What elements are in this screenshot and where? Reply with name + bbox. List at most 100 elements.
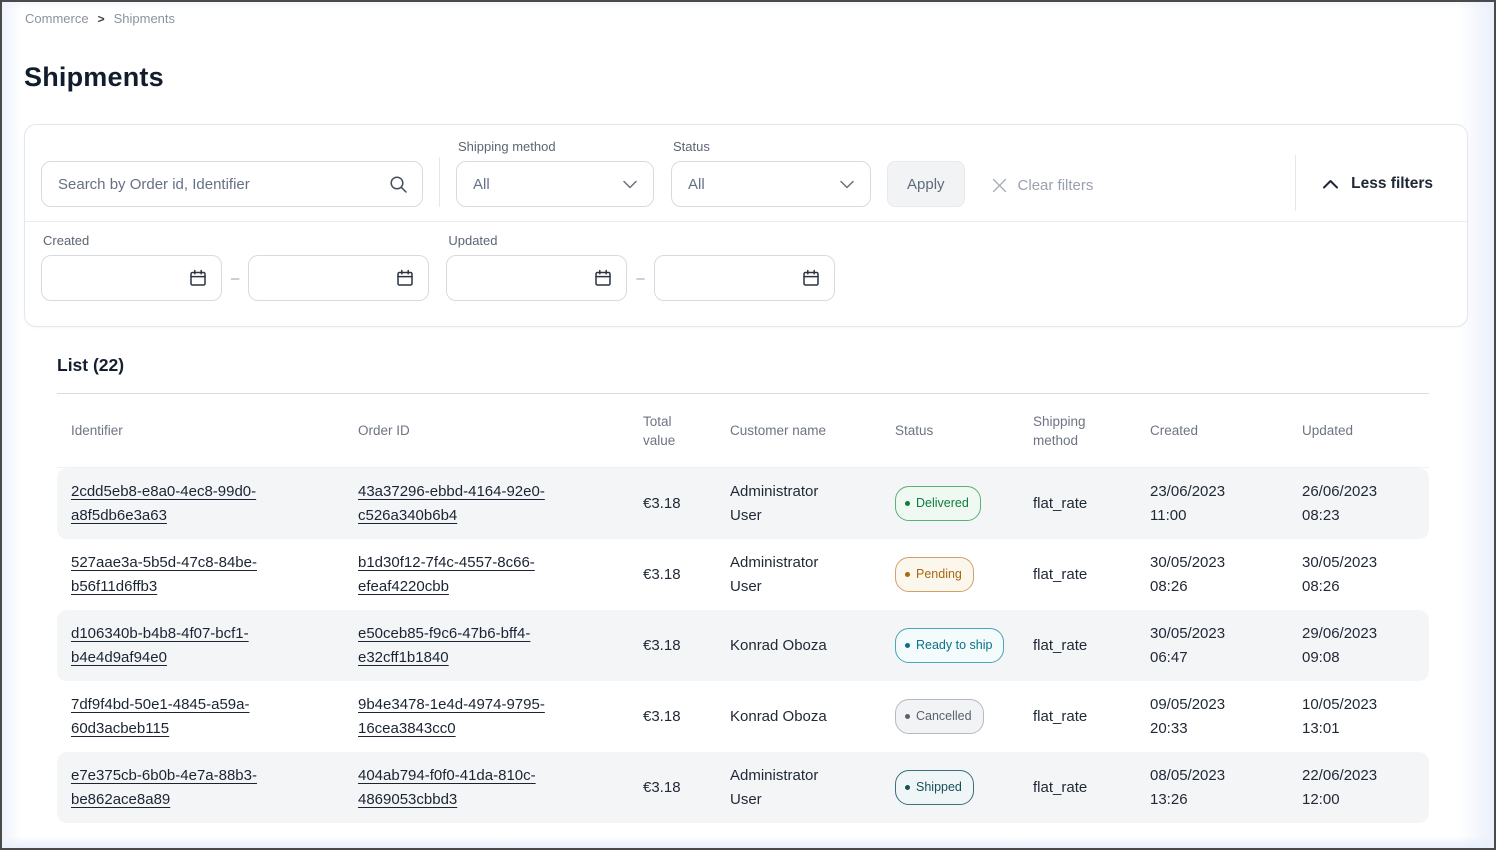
shipping-method: flat_rate: [1033, 776, 1087, 800]
customer-name: Administrator User: [730, 551, 845, 599]
status-dot-icon: [905, 643, 910, 648]
status-badge: Pending: [895, 557, 974, 592]
status-dot-icon: [905, 714, 910, 719]
calendar-icon[interactable]: [395, 268, 415, 288]
page-title: Shipments: [24, 62, 1494, 93]
search-icon[interactable]: [389, 175, 408, 194]
customer-name: Administrator User: [730, 764, 845, 812]
status-dot-icon: [905, 572, 910, 577]
identifier-link[interactable]: 527aae3a-5b5d-47c8-84be-b56f11d6ffb3: [71, 551, 279, 599]
created-range-separator: –: [231, 270, 239, 287]
updated-date: 22/06/2023 12:00: [1302, 764, 1402, 812]
shipping-method-selected-value: All: [473, 176, 490, 193]
column-header-identifier: Identifier: [71, 421, 358, 440]
breadcrumb-separator-icon: >: [98, 12, 105, 26]
status-badge: Shipped: [895, 770, 974, 805]
status-dot-icon: [905, 501, 910, 506]
table-body: 2cdd5eb8-e8a0-4ec8-99d0-a8f5db6e3a63 43a3…: [57, 468, 1429, 823]
order-id-link[interactable]: b1d30f12-7f4c-4557-8c66-efeaf4220cbb: [358, 551, 566, 599]
created-from-date-input[interactable]: [41, 255, 222, 301]
column-header-created: Created: [1150, 421, 1302, 440]
total-value: €3.18: [643, 563, 681, 587]
created-date: 30/05/2023 06:47: [1150, 622, 1250, 670]
status-selected-value: All: [688, 176, 705, 193]
clear-filters-button[interactable]: Clear filters: [991, 177, 1094, 194]
calendar-icon[interactable]: [593, 268, 613, 288]
table-row: 2cdd5eb8-e8a0-4ec8-99d0-a8f5db6e3a63 43a3…: [57, 468, 1429, 539]
table-row: d106340b-b4b8-4f07-bcf1-b4e4d9af94e0 e50c…: [57, 610, 1429, 681]
table-row: 527aae3a-5b5d-47c8-84be-b56f11d6ffb3 b1d3…: [57, 539, 1429, 610]
total-value: €3.18: [643, 634, 681, 658]
column-header-shipping-method: Shipping method: [1033, 412, 1150, 450]
calendar-icon[interactable]: [801, 268, 821, 288]
shipping-method: flat_rate: [1033, 563, 1087, 587]
order-id-link[interactable]: 404ab794-f0f0-41da-810c-4869053cbbd3: [358, 764, 566, 812]
shipping-method: flat_rate: [1033, 705, 1087, 729]
order-id-link[interactable]: 43a37296-ebbd-4164-92e0-c526a340b6b4: [358, 480, 566, 528]
breadcrumb: Commerce > Shipments: [2, 2, 1494, 26]
updated-date: 30/05/2023 08:26: [1302, 551, 1402, 599]
customer-name: Administrator User: [730, 480, 845, 528]
shipping-method-select[interactable]: All: [456, 161, 654, 207]
column-header-order-id: Order ID: [358, 421, 643, 440]
status-badge: Delivered: [895, 486, 981, 521]
total-value: €3.18: [643, 492, 681, 516]
shipping-method: flat_rate: [1033, 634, 1087, 658]
updated-to-date-input[interactable]: [654, 255, 835, 301]
identifier-link[interactable]: d106340b-b4b8-4f07-bcf1-b4e4d9af94e0: [71, 622, 279, 670]
identifier-link[interactable]: 7df9f4bd-50e1-4845-a59a-60d3acbeb115: [71, 693, 279, 741]
created-date: 09/05/2023 20:33: [1150, 693, 1250, 741]
less-filters-toggle[interactable]: Less filters: [1322, 175, 1433, 193]
column-header-updated: Updated: [1302, 421, 1429, 440]
updated-date: 10/05/2023 13:01: [1302, 693, 1402, 741]
chevron-down-icon: [623, 180, 637, 189]
status-badge: Ready to ship: [895, 628, 1004, 663]
identifier-link[interactable]: e7e375cb-6b0b-4e7a-88b3-be862ace8a89: [71, 764, 279, 812]
order-id-link[interactable]: 9b4e3478-1e4d-4974-9795-16cea3843cc0: [358, 693, 566, 741]
column-header-total-value: Total value: [643, 412, 730, 450]
close-icon: [991, 177, 1008, 194]
updated-range-separator: –: [636, 270, 644, 287]
chevron-down-icon: [840, 180, 854, 189]
updated-date: 29/06/2023 09:08: [1302, 622, 1402, 670]
table-row: 7df9f4bd-50e1-4845-a59a-60d3acbeb115 9b4e…: [57, 681, 1429, 752]
search-input-wrapper: [41, 161, 423, 207]
column-header-customer-name: Customer name: [730, 421, 895, 440]
filter-divider: [439, 157, 440, 207]
customer-name: Konrad Oboza: [730, 634, 827, 658]
chevron-up-icon: [1322, 179, 1339, 190]
search-input[interactable]: [58, 176, 358, 193]
updated-filter-label: Updated: [448, 233, 834, 248]
created-filter-label: Created: [43, 233, 429, 248]
status-dot-icon: [905, 785, 910, 790]
status-select[interactable]: All: [671, 161, 871, 207]
created-to-date-input[interactable]: [248, 255, 429, 301]
updated-date: 26/06/2023 08:23: [1302, 480, 1402, 528]
identifier-link[interactable]: 2cdd5eb8-e8a0-4ec8-99d0-a8f5db6e3a63: [71, 480, 279, 528]
shipments-list-section: List (22) Identifier Order ID Total valu…: [57, 355, 1429, 823]
apply-button[interactable]: Apply: [887, 161, 965, 207]
shipping-method: flat_rate: [1033, 492, 1087, 516]
list-title: List (22): [57, 355, 1429, 376]
less-filters-label: Less filters: [1351, 175, 1433, 193]
breadcrumb-item-shipments: Shipments: [114, 11, 175, 26]
status-badge: Cancelled: [895, 699, 984, 734]
filters-panel: Shipping method All Status All Apply: [24, 124, 1468, 327]
total-value: €3.18: [643, 705, 681, 729]
customer-name: Konrad Oboza: [730, 705, 827, 729]
filter-divider: [1295, 155, 1296, 211]
order-id-link[interactable]: e50ceb85-f9c6-47b6-bff4-e32cff1b1840: [358, 622, 566, 670]
clear-filters-label: Clear filters: [1018, 177, 1094, 194]
column-header-status: Status: [895, 421, 1033, 440]
created-date: 08/05/2023 13:26: [1150, 764, 1250, 812]
breadcrumb-item-commerce[interactable]: Commerce: [25, 11, 89, 26]
shipping-method-filter-label: Shipping method: [458, 139, 654, 154]
calendar-icon[interactable]: [188, 268, 208, 288]
total-value: €3.18: [643, 776, 681, 800]
updated-from-date-input[interactable]: [446, 255, 627, 301]
created-date: 23/06/2023 11:00: [1150, 480, 1250, 528]
created-date: 30/05/2023 08:26: [1150, 551, 1250, 599]
table-row: e7e375cb-6b0b-4e7a-88b3-be862ace8a89 404a…: [57, 752, 1429, 823]
table-header-row: Identifier Order ID Total value Customer…: [57, 394, 1429, 468]
status-filter-label: Status: [673, 139, 871, 154]
